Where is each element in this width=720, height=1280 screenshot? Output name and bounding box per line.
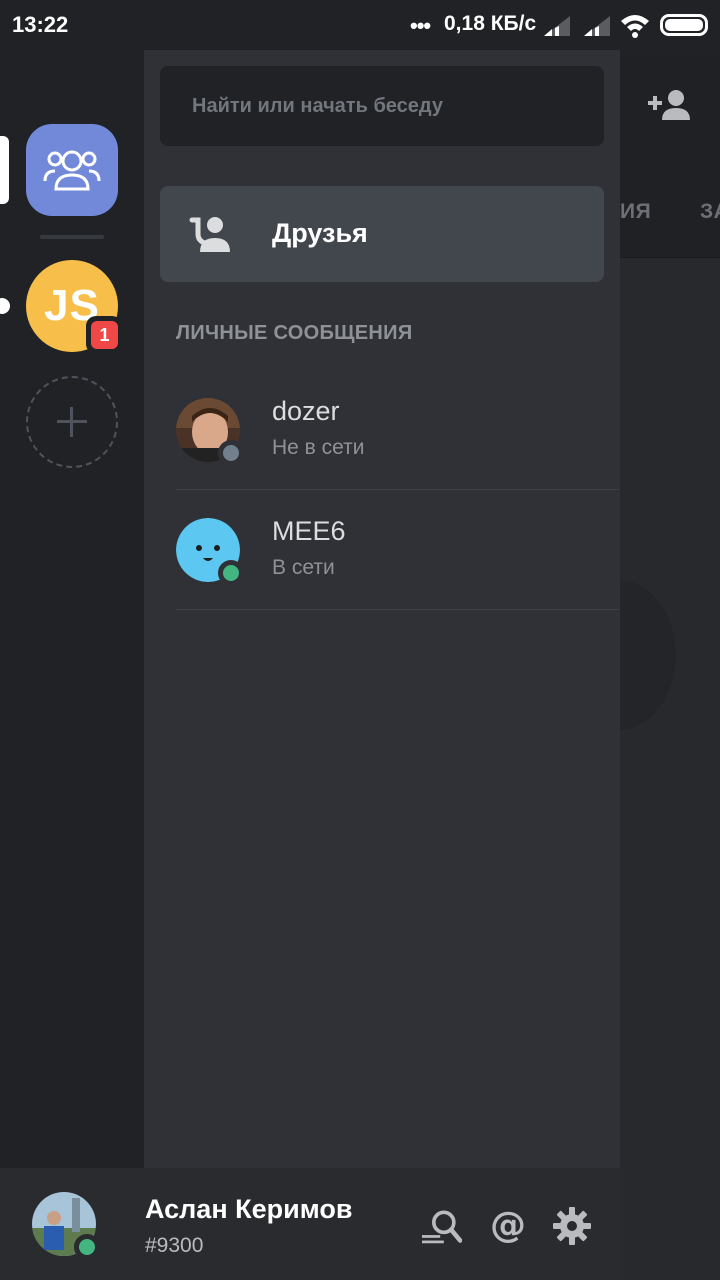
mention-count: 1: [91, 321, 118, 349]
search-icon[interactable]: [422, 1206, 462, 1246]
friends-label: Друзья: [272, 218, 368, 248]
online-status-dot: [218, 560, 244, 586]
add-server-button[interactable]: [26, 376, 118, 468]
status-bar: 13:22 ••• 0,18 КБ/с: [0, 0, 720, 50]
dm-status-text: Не в сети: [272, 436, 365, 459]
mention-badge: 1: [86, 316, 122, 354]
notification-dots: •••: [410, 13, 431, 38]
dm-name: MEE6: [272, 516, 346, 546]
dm-status-text: В сети: [272, 556, 335, 579]
tab-partial-1[interactable]: ИЯ: [620, 200, 651, 224]
tab-partial-2[interactable]: ЗА: [700, 200, 720, 224]
dm-item[interactable]: dozer Не в сети: [176, 370, 620, 490]
user-name: Аслан Керимов: [145, 1194, 353, 1224]
gear-icon[interactable]: [552, 1206, 592, 1246]
section-title: ЛИЧНЫЕ СООБЩЕНИЯ: [176, 322, 413, 344]
mention-icon[interactable]: @: [488, 1206, 528, 1246]
network-speed: 0,18 КБ/с: [444, 12, 537, 35]
dm-panel: Найти или начать беседу Друзья ЛИЧНЫЕ СО…: [144, 50, 620, 1168]
user-bar: Аслан Керимов #9300 @: [0, 1168, 620, 1280]
add-friend-icon[interactable]: [646, 86, 696, 126]
online-status-dot: [74, 1234, 100, 1260]
clock: 13:22: [12, 12, 69, 37]
wifi-icon: [621, 15, 649, 38]
home-button[interactable]: [26, 124, 118, 216]
rail-separator: [40, 235, 104, 239]
signal-icon-2: [584, 16, 610, 36]
friends-icon: [189, 217, 230, 252]
battery-icon: [660, 14, 708, 36]
user-tag: #9300: [145, 1234, 204, 1257]
signal-icon: [544, 16, 570, 36]
unread-indicator: [0, 298, 10, 314]
selected-indicator: [0, 136, 9, 204]
dm-name: dozer: [272, 396, 340, 426]
app-screen: ИЯ ЗА 13:22 ••• 0,18 КБ/с: [0, 0, 720, 1280]
search-input[interactable]: Найти или начать беседу: [160, 66, 604, 146]
plus-icon: [57, 407, 87, 437]
server-rail: JS 1: [0, 50, 144, 1280]
svg-text:@: @: [490, 1206, 526, 1246]
people-icon: [43, 150, 101, 191]
offline-status-dot: [218, 440, 244, 466]
friends-button[interactable]: Друзья: [160, 186, 604, 282]
dm-item[interactable]: MEE6 В сети: [176, 490, 620, 610]
